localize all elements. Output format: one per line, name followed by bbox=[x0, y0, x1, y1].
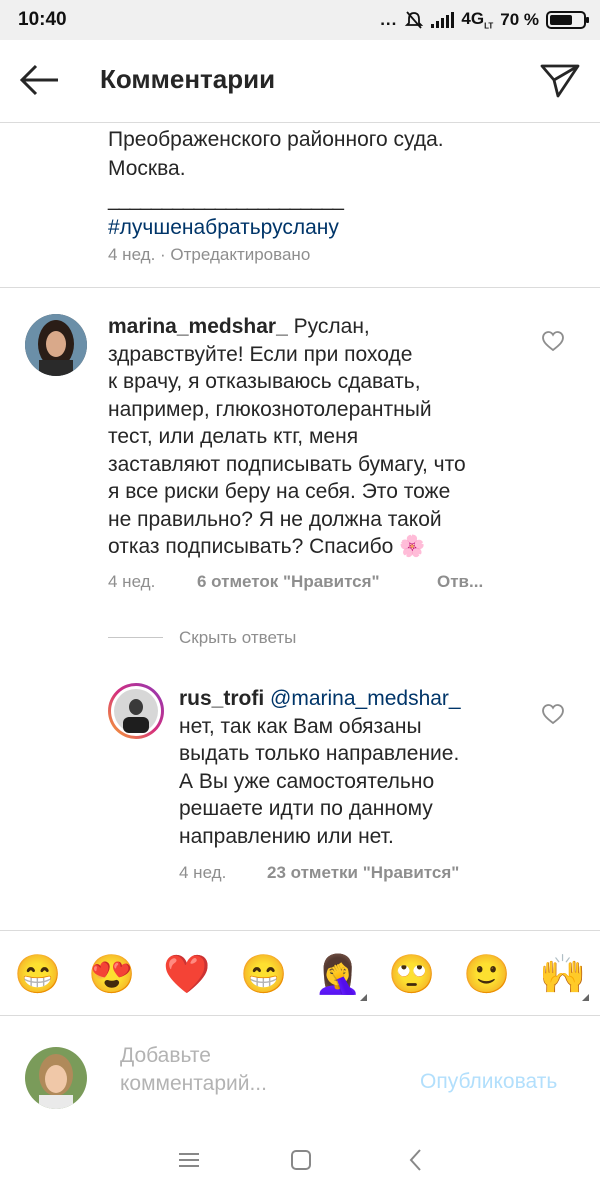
status-network: 4GLT bbox=[461, 9, 494, 31]
divider bbox=[0, 287, 600, 288]
back-chevron-icon[interactable] bbox=[401, 1145, 431, 1175]
avatar[interactable] bbox=[25, 314, 87, 376]
previous-comment-meta: 4 нед. · Отредактировано bbox=[108, 245, 311, 264]
previous-comment-divider-line: ______________________ bbox=[108, 188, 344, 211]
previous-comment-line: Москва. bbox=[108, 156, 186, 180]
status-dots: ... bbox=[380, 9, 398, 29]
heart-eyes-emoji-button[interactable]: 😍 bbox=[86, 949, 138, 1001]
reply-likes-count[interactable]: 23 отметки "Нравится" bbox=[267, 863, 459, 883]
facepalm-emoji-button[interactable]: 🤦‍♀️ bbox=[312, 949, 364, 1001]
comment-likes-count[interactable]: 6 отметок "Нравится" bbox=[197, 572, 380, 592]
comment-input[interactable]: Добавьте комментарий... bbox=[120, 1042, 267, 1098]
like-heart-icon[interactable] bbox=[541, 330, 565, 352]
hashtag-link[interactable]: #лучшенабратьруслану bbox=[108, 214, 444, 242]
home-square-icon[interactable] bbox=[286, 1145, 316, 1175]
avatar-image bbox=[25, 314, 87, 376]
reply-text: выдать только направление. bbox=[179, 742, 460, 765]
emoji-bar: 😁 😍 ❤️ 😁 🤦‍♀️ 🙄 🙂 🙌 bbox=[0, 930, 600, 1016]
page-title: Комментарии bbox=[100, 64, 276, 94]
flower-emoji: 🌸 bbox=[399, 535, 426, 558]
comment-text: тест, или делать ктг, меня bbox=[108, 425, 359, 448]
variant-indicator-icon bbox=[360, 994, 367, 1001]
reply-body: rus_trofi @marina_medshar_ нет, так как … bbox=[179, 685, 529, 850]
comment-text: здравствуйте! Если при походе bbox=[108, 342, 413, 366]
reply-username[interactable]: rus_trofi bbox=[179, 687, 264, 710]
battery-icon bbox=[546, 10, 589, 29]
variant-indicator-icon bbox=[582, 994, 589, 1001]
comment-composer: Добавьте комментарий... Опубликовать bbox=[0, 1015, 600, 1121]
header: Комментарии bbox=[0, 40, 600, 123]
my-avatar bbox=[25, 1047, 87, 1109]
comment-input-placeholder: комментарий... bbox=[120, 1072, 267, 1095]
direct-send-icon[interactable] bbox=[538, 60, 582, 100]
comment-text: заставляют подписывать бумагу, что bbox=[108, 452, 466, 476]
comment-time: 4 нед. bbox=[108, 572, 156, 591]
comment-text: не правильно? Я не должна такой bbox=[108, 507, 442, 531]
status-icons: ... 4GLT 70 % bbox=[380, 9, 589, 31]
status-time: 10:40 bbox=[18, 9, 67, 30]
avatar-image bbox=[111, 686, 161, 736]
avatar-image bbox=[25, 1047, 87, 1109]
previous-comment-line: Преображенского районного суда. bbox=[108, 128, 444, 151]
hide-replies-line bbox=[108, 637, 163, 638]
grinning-emoji-button[interactable]: 😁 bbox=[12, 949, 64, 1001]
like-heart-icon[interactable] bbox=[541, 703, 565, 725]
comment-text: к врачу, я отказываюсь сдавать, bbox=[108, 370, 421, 393]
reply-time: 4 нед. bbox=[179, 863, 227, 882]
mention-link[interactable]: @marina_medshar_ bbox=[270, 687, 461, 710]
reply-text: нет, так как Вам обязаны bbox=[179, 714, 422, 738]
status-bar: 10:40 ... 4GLT 70 % bbox=[0, 0, 600, 40]
muted-bell-icon bbox=[405, 11, 424, 29]
eye-roll-emoji-button[interactable]: 🙄 bbox=[386, 949, 438, 1001]
comment-username[interactable]: marina_medshar_ bbox=[108, 315, 288, 338]
previous-comment-text: Преображенского районного суда. Москва. … bbox=[108, 126, 444, 241]
reply-text: решаете идти по данному bbox=[179, 797, 433, 820]
avatar-story-ring[interactable] bbox=[108, 683, 164, 739]
status-battery-text: 70 % bbox=[500, 9, 539, 29]
comment-input-placeholder: Добавьте bbox=[120, 1044, 211, 1067]
comment-text: например, глюкознотолерантный bbox=[108, 397, 432, 421]
comment-body: marina_medshar_ Руслан, здравствуйте! Ес… bbox=[108, 313, 528, 561]
slight-smile-emoji-button[interactable]: 🙂 bbox=[461, 949, 513, 1001]
signal-icon bbox=[431, 11, 455, 28]
reply-text: направлению или нет. bbox=[179, 824, 394, 848]
hide-replies-button[interactable]: Скрыть ответы bbox=[179, 628, 296, 648]
red-heart-emoji-button[interactable]: ❤️ bbox=[161, 949, 213, 1001]
comment-text: отказ подписывать? Спасибо bbox=[108, 535, 394, 558]
reply-text: А Вы уже самостоятельно bbox=[179, 769, 435, 793]
publish-button[interactable]: Опубликовать bbox=[420, 1070, 557, 1094]
menu-icon[interactable] bbox=[174, 1145, 204, 1175]
back-arrow-icon[interactable] bbox=[18, 62, 62, 98]
comment-text: Руслан, bbox=[293, 315, 370, 338]
system-nav-bar bbox=[0, 1121, 600, 1198]
grin-emoji-button[interactable]: 😁 bbox=[238, 949, 290, 1001]
comment-text: я все риски беру на себя. Это тоже bbox=[108, 480, 451, 503]
reply-button[interactable]: Отв... bbox=[437, 572, 483, 592]
